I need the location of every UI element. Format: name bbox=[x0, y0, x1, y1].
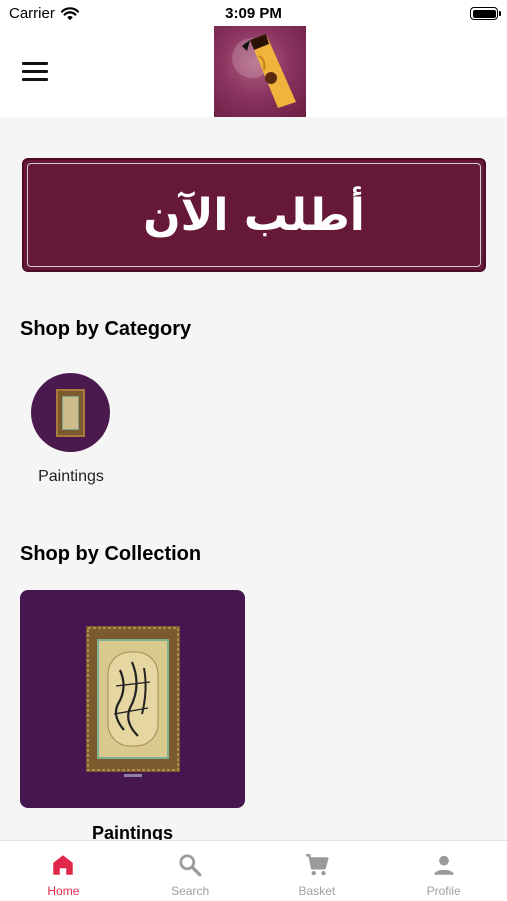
category-thumbnail bbox=[31, 373, 110, 452]
battery-icon bbox=[470, 7, 501, 20]
calligraphy-pen-logo-icon bbox=[232, 34, 296, 108]
person-icon bbox=[433, 855, 454, 875]
category-label: Paintings bbox=[38, 468, 104, 485]
collection-section-title: Shop by Collection bbox=[20, 543, 202, 565]
tab-home[interactable]: Home bbox=[0, 841, 127, 901]
calligraphy-painting-image bbox=[86, 626, 180, 777]
tab-label-profile: Profile bbox=[426, 884, 461, 898]
banner-text: أطلب الآن bbox=[143, 189, 365, 241]
painting-canvas bbox=[62, 396, 79, 430]
tab-bar: Home Search Basket Profile bbox=[0, 840, 507, 901]
cart-icon bbox=[306, 854, 329, 876]
menu-button[interactable] bbox=[22, 62, 48, 82]
search-icon bbox=[179, 854, 202, 877]
app-header bbox=[0, 26, 507, 117]
hamburger-line-icon bbox=[22, 70, 48, 73]
painting-frame bbox=[56, 389, 85, 437]
tab-search[interactable]: Search bbox=[127, 841, 254, 901]
tab-basket[interactable]: Basket bbox=[254, 841, 381, 901]
hamburger-line-icon bbox=[22, 78, 48, 81]
tab-label-home: Home bbox=[47, 884, 80, 898]
home-icon bbox=[53, 855, 74, 875]
tab-profile[interactable]: Profile bbox=[380, 841, 507, 901]
tab-label-basket: Basket bbox=[298, 884, 336, 898]
hamburger-line-icon bbox=[22, 62, 48, 65]
collection-card-paintings[interactable] bbox=[20, 590, 245, 808]
category-section-title: Shop by Category bbox=[20, 318, 192, 340]
order-now-banner[interactable]: أطلب الآن bbox=[22, 158, 486, 272]
category-item-paintings[interactable]: Paintings bbox=[28, 372, 114, 492]
status-bar: Carrier 3:09 PM bbox=[0, 0, 507, 26]
banner-border: أطلب الآن bbox=[27, 163, 481, 267]
status-time: 3:09 PM bbox=[225, 5, 282, 22]
tab-label-search: Search bbox=[171, 884, 210, 898]
app-logo bbox=[214, 26, 306, 117]
